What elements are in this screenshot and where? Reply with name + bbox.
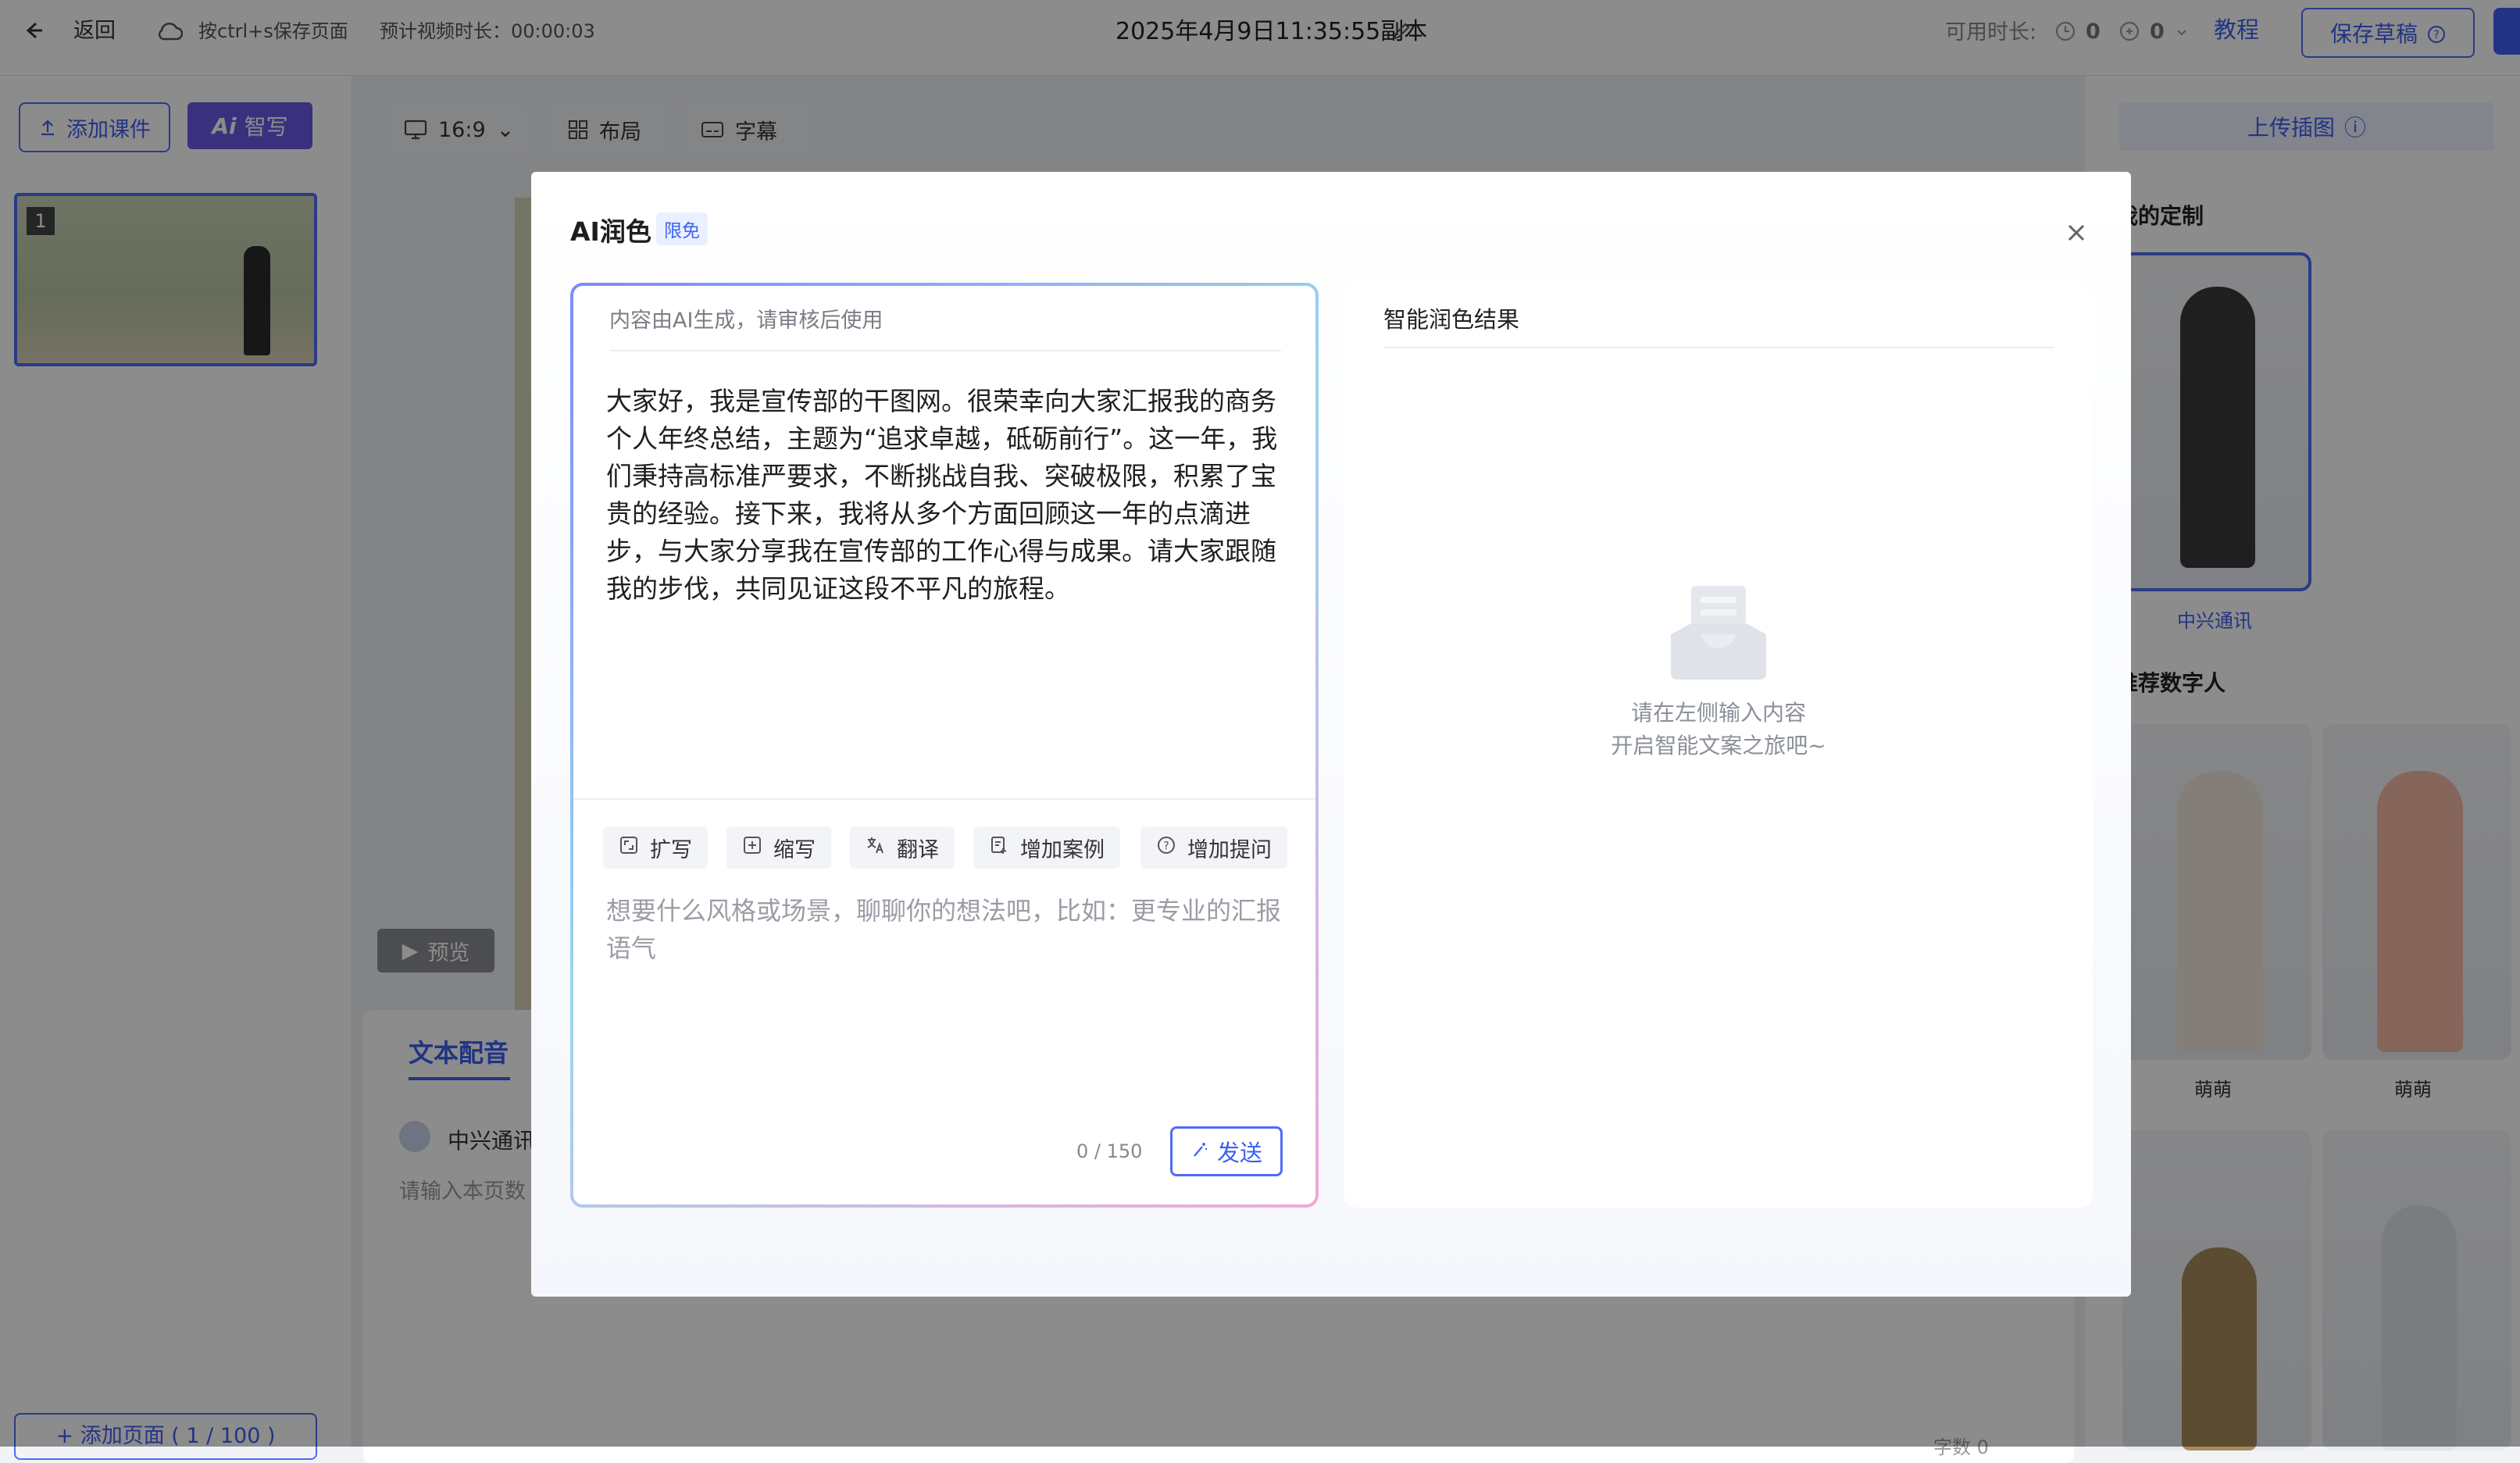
- input-panel: 内容由AI生成，请审核后使用 大家好，我是宣传部的干图网。很荣幸向大家汇报我的商…: [570, 283, 1319, 1208]
- translate-label: 翻译: [897, 837, 939, 862]
- send-label: 发送: [1216, 1140, 1262, 1166]
- empty-state-text: 请在左侧输入内容 开启智能文案之旅吧~: [1562, 697, 1875, 762]
- shrink-label: 缩写: [773, 837, 816, 862]
- close-icon[interactable]: [2061, 217, 2092, 248]
- translate-button[interactable]: 翻译: [850, 826, 955, 869]
- send-button[interactable]: 发送: [1170, 1126, 1283, 1176]
- add-question-label: 增加提问: [1187, 837, 1272, 862]
- translate-icon: [866, 835, 886, 861]
- shrink-button[interactable]: 缩写: [726, 826, 831, 869]
- content-textarea[interactable]: 大家好，我是宣传部的干图网。很荣幸向大家汇报我的商务个人年终总结，主题为“追求卓…: [606, 383, 1286, 608]
- question-icon: ?: [1156, 835, 1176, 861]
- magic-wand-icon: [1190, 1138, 1209, 1165]
- empty-state-line-2: 开启智能文案之旅吧~: [1611, 733, 1826, 758]
- svg-text:?: ?: [1163, 840, 1169, 852]
- divider: [573, 798, 1315, 800]
- add-case-icon: [989, 835, 1009, 861]
- dialog-title: AI润色: [570, 216, 651, 247]
- divider: [1383, 347, 2054, 348]
- expand-icon: [619, 835, 639, 861]
- empty-inbox-icon: [1668, 580, 1769, 681]
- free-badge: 限免: [656, 212, 708, 245]
- add-question-button[interactable]: ? 增加提问: [1140, 826, 1287, 869]
- result-panel: 智能润色结果 请在左侧输入内容 开启智能文案之旅吧~: [1344, 283, 2093, 1208]
- ai-polish-dialog: AI润色 限免 内容由AI生成，请审核后使用 大家好，我是宣传部的干图网。很荣幸…: [531, 172, 2131, 1297]
- add-case-button[interactable]: 增加案例: [973, 826, 1120, 869]
- expand-button[interactable]: 扩写: [603, 826, 708, 869]
- result-title: 智能润色结果: [1383, 306, 1520, 333]
- prompt-input[interactable]: 想要什么风格或场景，聊聊你的想法吧，比如：更专业的汇报语气: [606, 892, 1286, 967]
- shrink-icon: [742, 835, 762, 861]
- divider: [609, 350, 1281, 351]
- expand-label: 扩写: [650, 837, 692, 862]
- add-case-label: 增加案例: [1020, 837, 1105, 862]
- ai-disclaimer: 内容由AI生成，请审核后使用: [609, 309, 883, 333]
- empty-state-line-1: 请在左侧输入内容: [1630, 700, 1806, 726]
- char-counter: 0 / 150: [1076, 1140, 1143, 1162]
